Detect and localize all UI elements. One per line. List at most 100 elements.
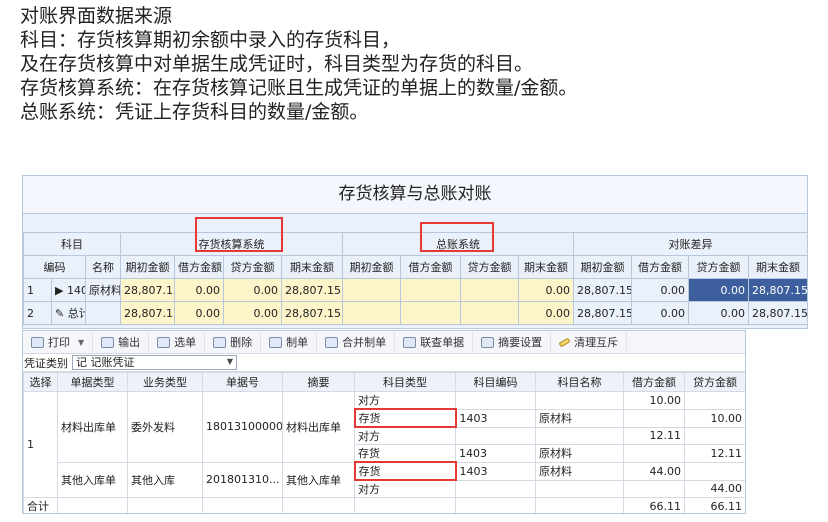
inv-opening[interactable]: 28,807.15 [120, 301, 176, 325]
select-doc-button[interactable]: 选单 [149, 332, 206, 352]
table-row[interactable]: 1 材料出库单 委外发料 180131000001 材料出库单 对方 10.00 [23, 391, 745, 498]
col-header-doc-type[interactable]: 单据类型 [57, 372, 128, 392]
diff-debit[interactable]: 0.00 [631, 301, 690, 325]
gl-debit[interactable] [400, 301, 462, 325]
credit-amount[interactable]: 44.00 [684, 479, 745, 498]
acct-code[interactable] [455, 426, 536, 445]
subject-name[interactable] [84, 301, 122, 325]
acct-type-inventory-highlighted[interactable]: 存货 [353, 408, 457, 428]
col-header-summary[interactable]: 摘要 [282, 372, 355, 392]
col-header-credit[interactable]: 贷方金额 [684, 372, 745, 392]
table-row[interactable]: 其他入库单 其他入库 201801310... 其他入库单 存货 1403 原材… [24, 461, 745, 498]
debit-amount[interactable]: 10.00 [623, 391, 685, 410]
acct-name[interactable] [535, 479, 624, 498]
col-header-inv-debit[interactable]: 借方金额 [174, 255, 225, 279]
voucher-type-select[interactable]: 记 记账凭证 ▼ [72, 355, 237, 370]
col-header-inv-closing[interactable]: 期末金额 [281, 255, 344, 279]
diff-closing[interactable]: 28,807.15 [748, 278, 807, 302]
edit-pencil-icon: ✎ [55, 307, 65, 320]
gl-opening[interactable] [342, 278, 402, 302]
diff-credit[interactable]: 0.00 [688, 301, 750, 325]
col-header-gl-closing[interactable]: 期末金额 [518, 255, 575, 279]
acct-name[interactable]: 原材料 [535, 408, 624, 428]
col-header-diff-closing[interactable]: 期末金额 [748, 255, 807, 279]
credit-amount[interactable] [684, 391, 745, 410]
select-cell[interactable]: 1 [23, 391, 58, 498]
credit-amount[interactable] [684, 426, 745, 445]
make-voucher-button[interactable]: 制单 [261, 332, 318, 352]
debit-amount[interactable] [623, 408, 685, 428]
diff-closing[interactable]: 28,807.15 [748, 301, 807, 325]
col-header-gl-opening[interactable]: 期初金额 [342, 255, 402, 279]
acct-type[interactable]: 存货 [354, 444, 456, 463]
acct-name[interactable] [535, 426, 624, 445]
debit-amount[interactable] [623, 479, 685, 498]
gl-closing[interactable]: 0.00 [518, 278, 575, 302]
col-header-diff-credit[interactable]: 贷方金额 [688, 255, 750, 279]
gl-credit[interactable] [460, 278, 520, 302]
col-header-biz-type[interactable]: 业务类型 [127, 372, 203, 392]
table-row-total[interactable]: 2 ✎ 总计 28,807.15 0.00 0.00 28,807.15 0.0… [23, 301, 807, 325]
gl-opening[interactable] [342, 301, 402, 325]
diff-credit-selected[interactable]: 0.00 [688, 278, 750, 302]
col-header-gl-debit[interactable]: 借方金额 [400, 255, 462, 279]
col-header-inv-credit[interactable]: 贷方金额 [223, 255, 283, 279]
delete-button[interactable]: 删除 [205, 332, 262, 352]
diff-opening[interactable]: 28,807.15 [573, 301, 633, 325]
inv-credit[interactable]: 0.00 [223, 301, 283, 325]
acct-type[interactable]: 对方 [354, 479, 456, 498]
debit-amount[interactable]: 12.11 [623, 426, 685, 445]
col-header-code[interactable]: 编码 [23, 255, 86, 279]
col-header-gl-credit[interactable]: 贷方金额 [460, 255, 520, 279]
doc-summary[interactable]: 材料出库单 [282, 391, 355, 463]
inv-closing[interactable]: 28,807.15 [281, 278, 344, 302]
merge-voucher-button[interactable]: 合并制单 [317, 332, 396, 352]
acct-code[interactable] [455, 479, 536, 498]
debit-amount[interactable]: 44.00 [623, 461, 685, 481]
inv-credit[interactable]: 0.00 [223, 278, 283, 302]
acct-code[interactable] [455, 391, 536, 410]
col-header-diff-opening[interactable]: 期初金额 [573, 255, 633, 279]
debit-amount[interactable] [623, 444, 685, 463]
gl-debit[interactable] [400, 278, 462, 302]
acct-name[interactable]: 原材料 [535, 444, 624, 463]
acct-name[interactable] [535, 391, 624, 410]
col-header-inv-opening[interactable]: 期初金额 [120, 255, 176, 279]
credit-amount[interactable]: 12.11 [684, 444, 745, 463]
inv-opening[interactable]: 28,807.15 [120, 278, 176, 302]
col-header-acct-code[interactable]: 科目编码 [455, 372, 536, 392]
acct-code[interactable]: 1403 [455, 461, 536, 481]
print-button[interactable]: 打印 ▼ [23, 332, 94, 352]
inv-closing[interactable]: 28,807.15 [281, 301, 344, 325]
voucher-header-row: 选择 单据类型 业务类型 单据号 摘要 科目类型 科目编码 科目名称 借方金额 … [23, 372, 745, 392]
clean-button[interactable]: 清理互斥 [551, 332, 628, 352]
diff-debit[interactable]: 0.00 [631, 278, 690, 302]
diff-opening[interactable]: 28,807.15 [573, 278, 633, 302]
subject-name[interactable]: 原材料 [84, 278, 122, 302]
col-header-diff-debit[interactable]: 借方金额 [631, 255, 690, 279]
gl-credit[interactable] [460, 301, 520, 325]
acct-type[interactable]: 对方 [354, 391, 456, 410]
credit-amount[interactable]: 10.00 [684, 408, 745, 428]
table-row[interactable]: 1 ▶ 1403 原材料 28,807.15 0.00 0.00 28,807.… [23, 278, 807, 302]
export-button[interactable]: 输出 [93, 332, 150, 352]
col-header-debit[interactable]: 借方金额 [623, 372, 685, 392]
inv-debit[interactable]: 0.00 [174, 278, 225, 302]
acct-code[interactable]: 1403 [455, 444, 536, 463]
col-header-acct-name[interactable]: 科目名称 [535, 372, 624, 392]
acct-type[interactable]: 对方 [354, 426, 456, 445]
summary-settings-button[interactable]: 摘要设置 [473, 332, 552, 352]
dropdown-arrow-icon[interactable]: ▼ [78, 338, 84, 347]
query-doc-button[interactable]: 联查单据 [395, 332, 474, 352]
acct-code[interactable]: 1403 [455, 408, 536, 428]
col-header-name[interactable]: 名称 [84, 255, 122, 279]
gl-closing[interactable]: 0.00 [518, 301, 575, 325]
col-header-doc-no[interactable]: 单据号 [202, 372, 283, 392]
col-header-acct-type[interactable]: 科目类型 [354, 372, 456, 392]
acct-name[interactable]: 原材料 [535, 461, 624, 481]
doc-summary[interactable]: 其他入库单 [282, 461, 355, 498]
credit-amount[interactable] [684, 461, 745, 481]
col-header-select[interactable]: 选择 [23, 372, 58, 392]
acct-type-inventory-highlighted[interactable]: 存货 [353, 461, 457, 481]
inv-debit[interactable]: 0.00 [174, 301, 225, 325]
